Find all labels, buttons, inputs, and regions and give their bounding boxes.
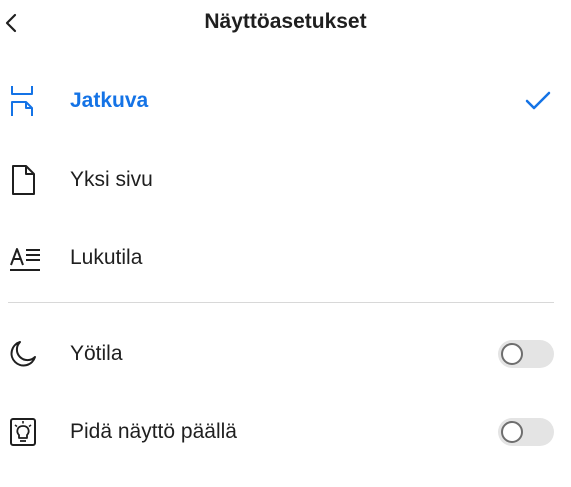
header-bar: Näyttöasetukset [0,0,571,46]
view-mode-label: Lukutila [70,246,143,269]
view-mode-reading[interactable]: Lukutila [0,227,571,289]
view-mode-label: Jatkuva [70,89,149,112]
night-mode-toggle[interactable] [498,340,554,368]
view-mode-continuous[interactable]: Jatkuva [0,70,571,132]
toggle-knob [501,421,523,443]
lightbulb-icon [8,415,42,449]
checkmark-icon [524,90,552,112]
setting-label: Yötila [70,342,123,365]
keep-screen-on-toggle[interactable] [498,418,554,446]
reading-mode-icon [8,241,42,275]
page-title: Näyttöasetukset [204,10,367,33]
section-divider [8,302,554,303]
toggle-knob [501,343,523,365]
view-mode-single-page[interactable]: Yksi sivu [0,149,571,211]
moon-icon [8,337,42,371]
single-page-icon [8,163,42,197]
view-mode-label: Yksi sivu [70,168,153,191]
setting-keep-screen-on: Pidä näyttö päällä [0,401,571,463]
continuous-scroll-icon [8,84,42,118]
setting-night-mode: Yötila [0,323,571,385]
setting-label: Pidä näyttö päällä [70,420,237,443]
